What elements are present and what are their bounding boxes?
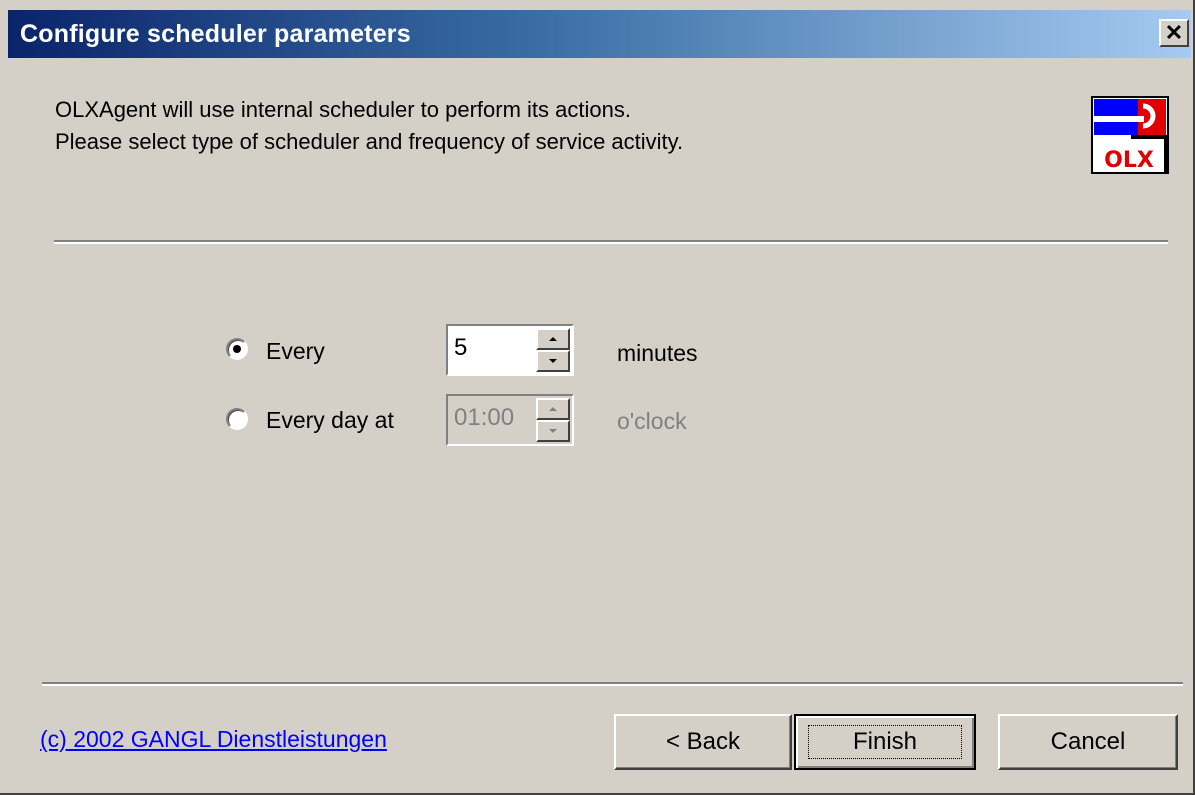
close-icon: ✕ [1164, 20, 1184, 45]
time-spin-down-button [536, 420, 570, 442]
close-button[interactable]: ✕ [1159, 19, 1189, 47]
arrow-down-icon [549, 359, 557, 363]
finish-button[interactable]: Finish [794, 714, 976, 770]
back-button[interactable]: < Back [614, 714, 792, 770]
time-spinner: 01:00 [446, 394, 574, 446]
radio-every-label[interactable]: Every [266, 338, 325, 365]
top-separator [54, 240, 1168, 244]
copyright-link[interactable]: (c) 2002 GANGL Dienstleistungen [40, 726, 387, 753]
olx-wrench-logo-icon: OLX [1091, 96, 1169, 174]
radio-every[interactable] [226, 338, 248, 360]
minutes-unit-label: minutes [617, 340, 698, 366]
arrow-down-icon [549, 429, 557, 433]
time-value: 01:00 [454, 404, 515, 431]
description-line-2: Please select type of scheduler and freq… [55, 129, 684, 154]
description-line-1: OLXAgent will use internal scheduler to … [55, 97, 631, 122]
window-title: Configure scheduler parameters [20, 20, 411, 48]
finish-button-label: Finish [807, 725, 963, 759]
arrow-up-icon [549, 337, 557, 341]
title-bar[interactable]: Configure scheduler parameters ✕ [8, 10, 1191, 58]
dialog-window: Configure scheduler parameters ✕ OLXAgen… [0, 0, 1195, 795]
arrow-up-icon [549, 407, 557, 411]
minutes-spinner[interactable]: 5 [446, 324, 574, 376]
minutes-spin-up-button[interactable] [536, 328, 570, 350]
radio-every-day-label[interactable]: Every day at [266, 407, 394, 434]
minutes-value[interactable]: 5 [454, 334, 467, 362]
bottom-separator [42, 682, 1183, 686]
description-text: OLXAgent will use internal scheduler to … [55, 94, 683, 158]
oclock-unit-label: o'clock [617, 408, 687, 434]
logo-text: OLX [1104, 148, 1154, 173]
time-spin-up-button [536, 398, 570, 420]
radio-every-day[interactable] [226, 408, 248, 430]
cancel-button[interactable]: Cancel [998, 714, 1178, 770]
time-spin-buttons [536, 398, 570, 442]
minutes-spin-down-button[interactable] [536, 350, 570, 372]
radio-selected-dot [233, 345, 241, 353]
minutes-spin-buttons [536, 328, 570, 372]
